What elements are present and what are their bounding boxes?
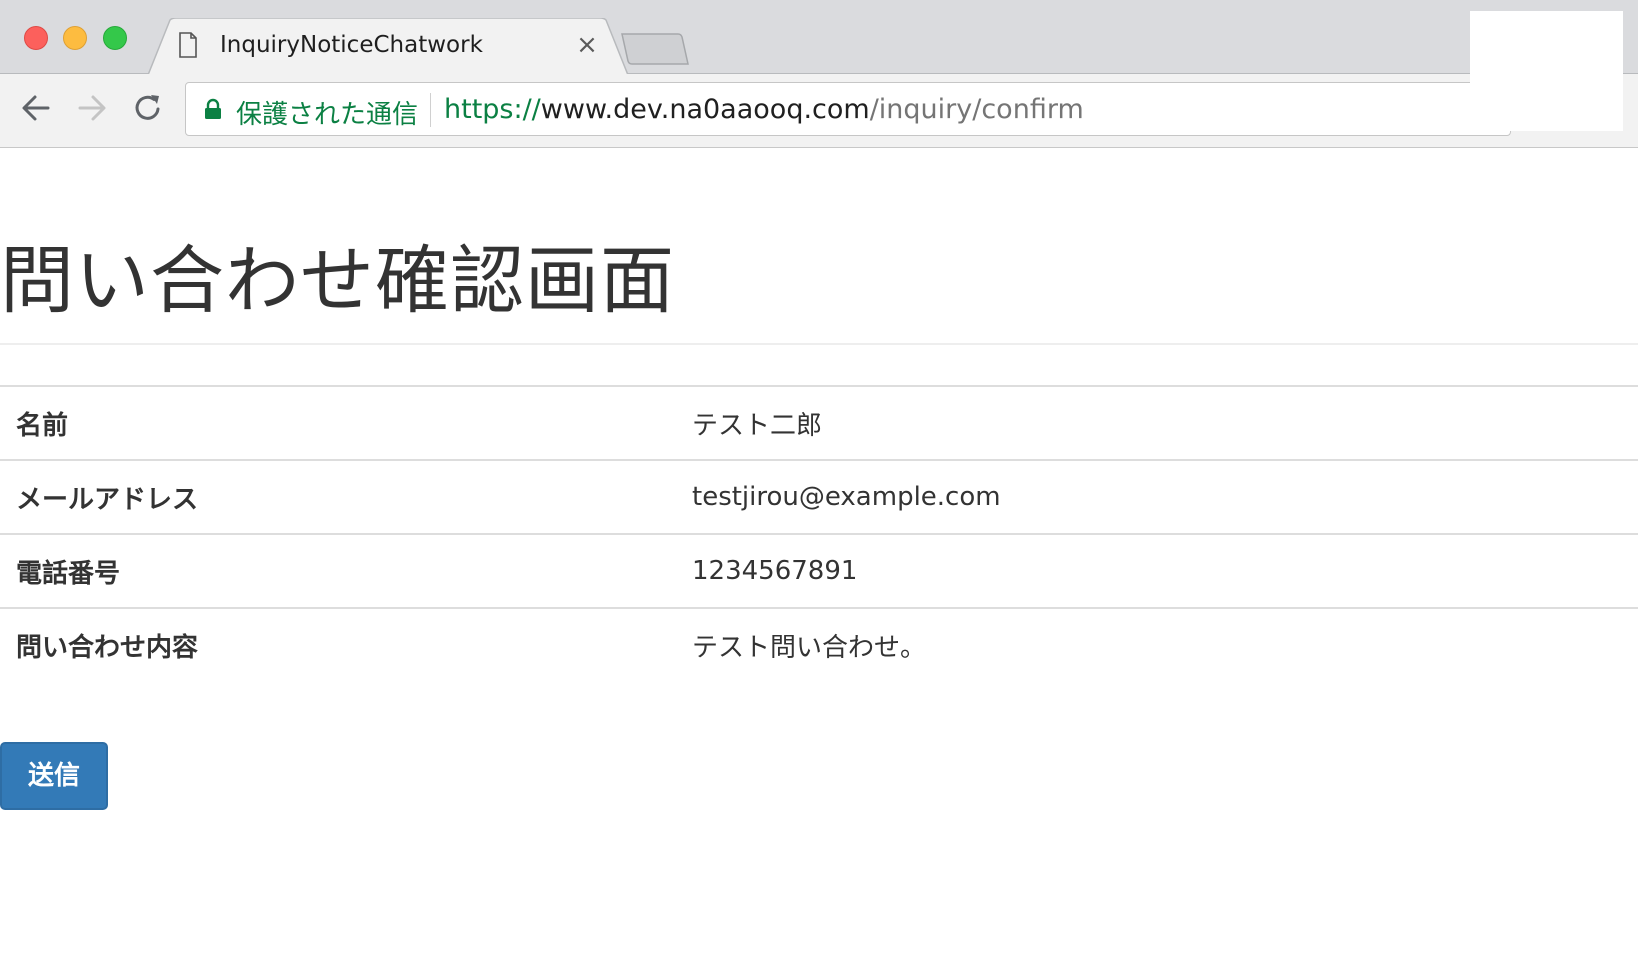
tab-close-icon[interactable]: × [574,32,600,58]
table-row: メールアドレス testjirou@example.com [0,460,1638,534]
table-row: 電話番号 1234567891 [0,534,1638,608]
row-value-inquiry: テスト問い合わせ。 [692,633,927,663]
browser-tab-active[interactable]: InquiryNoticeChatwork × [148,18,628,75]
url-text[interactable]: https://www.dev.na0aaooq.com/inquiry/con… [444,94,1084,125]
row-label-email: メールアドレス [16,484,199,515]
arrow-right-icon[interactable] [72,88,112,128]
table-row: 問い合わせ内容 テスト問い合わせ。 [0,608,1638,682]
page-title: 問い合わせ確認画面 [0,238,675,324]
url-scheme: https:// [444,94,541,125]
submit-button[interactable]: 送信 [0,742,108,810]
row-label-name: 名前 [16,410,69,441]
window-minimize-button[interactable] [63,26,87,50]
title-divider [0,343,1638,345]
omnibox-divider [430,93,431,127]
row-value-email: testjirou@example.com [692,482,1001,512]
address-bar[interactable]: 保護された通信 https://www.dev.na0aaooq.com/inq… [185,82,1511,136]
url-path: /inquiry/confirm [869,94,1084,125]
confirmation-table: 名前 テスト二郎 メールアドレス testjirou@example.com 電… [0,385,1638,682]
row-label-inquiry: 問い合わせ内容 [16,633,199,663]
url-host: www.dev.na0aaooq.com [540,94,870,125]
browser-tabstrip: InquiryNoticeChatwork × [0,0,1638,75]
new-tab-button[interactable] [620,32,690,66]
row-value-name: テスト二郎 [692,410,823,441]
arrow-left-icon[interactable] [16,88,56,128]
file-icon [179,32,197,58]
window-close-button[interactable] [24,26,48,50]
lock-icon [205,98,221,119]
row-label-phone: 電話番号 [16,558,121,589]
browser-toolbar: 保護された通信 https://www.dev.na0aaooq.com/inq… [0,74,1638,148]
security-status-label[interactable]: 保護された通信 [236,94,418,131]
reload-icon[interactable] [128,88,168,128]
page-content: 問い合わせ確認画面 名前 テスト二郎 メールアドレス testjirou@exa… [0,149,1638,970]
extension-area [1470,11,1623,131]
table-row: 名前 テスト二郎 [0,386,1638,460]
window-maximize-button[interactable] [103,26,127,50]
row-value-phone: 1234567891 [692,556,858,586]
tab-title: InquiryNoticeChatwork [220,32,483,58]
